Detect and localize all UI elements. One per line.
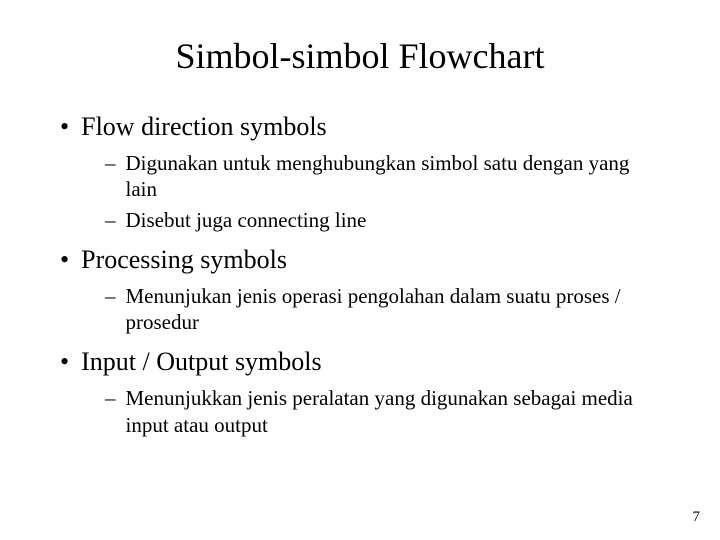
bullet-icon: • bbox=[60, 347, 69, 377]
sub-item: – Disebut juga connecting line bbox=[105, 207, 670, 233]
sub-text: Menunjukan jenis operasi pengolahan dala… bbox=[126, 283, 666, 336]
sub-item: – Menunjukan jenis operasi pengolahan da… bbox=[105, 283, 670, 336]
sub-item: – Digunakan untuk menghubungkan simbol s… bbox=[105, 150, 670, 203]
dash-icon: – bbox=[105, 150, 116, 176]
dash-icon: – bbox=[105, 385, 116, 411]
sub-list: – Menunjukkan jenis peralatan yang digun… bbox=[60, 385, 670, 438]
dash-icon: – bbox=[105, 207, 116, 233]
slide-content: • Flow direction symbols – Digunakan unt… bbox=[50, 112, 670, 438]
sub-list: – Menunjukan jenis operasi pengolahan da… bbox=[60, 283, 670, 336]
bullet-item: • Flow direction symbols bbox=[60, 112, 670, 142]
sub-text: Digunakan untuk menghubungkan simbol sat… bbox=[126, 150, 666, 203]
page-number: 7 bbox=[693, 509, 701, 526]
bullet-item: • Input / Output symbols bbox=[60, 347, 670, 377]
slide-title: Simbol-simbol Flowchart bbox=[50, 35, 670, 77]
sub-item: – Menunjukkan jenis peralatan yang digun… bbox=[105, 385, 670, 438]
bullet-item: • Processing symbols bbox=[60, 245, 670, 275]
bullet-heading: Input / Output symbols bbox=[81, 347, 322, 377]
bullet-icon: • bbox=[60, 112, 69, 142]
bullet-heading: Flow direction symbols bbox=[81, 112, 327, 142]
sub-text: Menunjukkan jenis peralatan yang digunak… bbox=[126, 385, 666, 438]
bullet-icon: • bbox=[60, 245, 69, 275]
bullet-heading: Processing symbols bbox=[81, 245, 287, 275]
sub-text: Disebut juga connecting line bbox=[126, 207, 367, 233]
dash-icon: – bbox=[105, 283, 116, 309]
sub-list: – Digunakan untuk menghubungkan simbol s… bbox=[60, 150, 670, 233]
